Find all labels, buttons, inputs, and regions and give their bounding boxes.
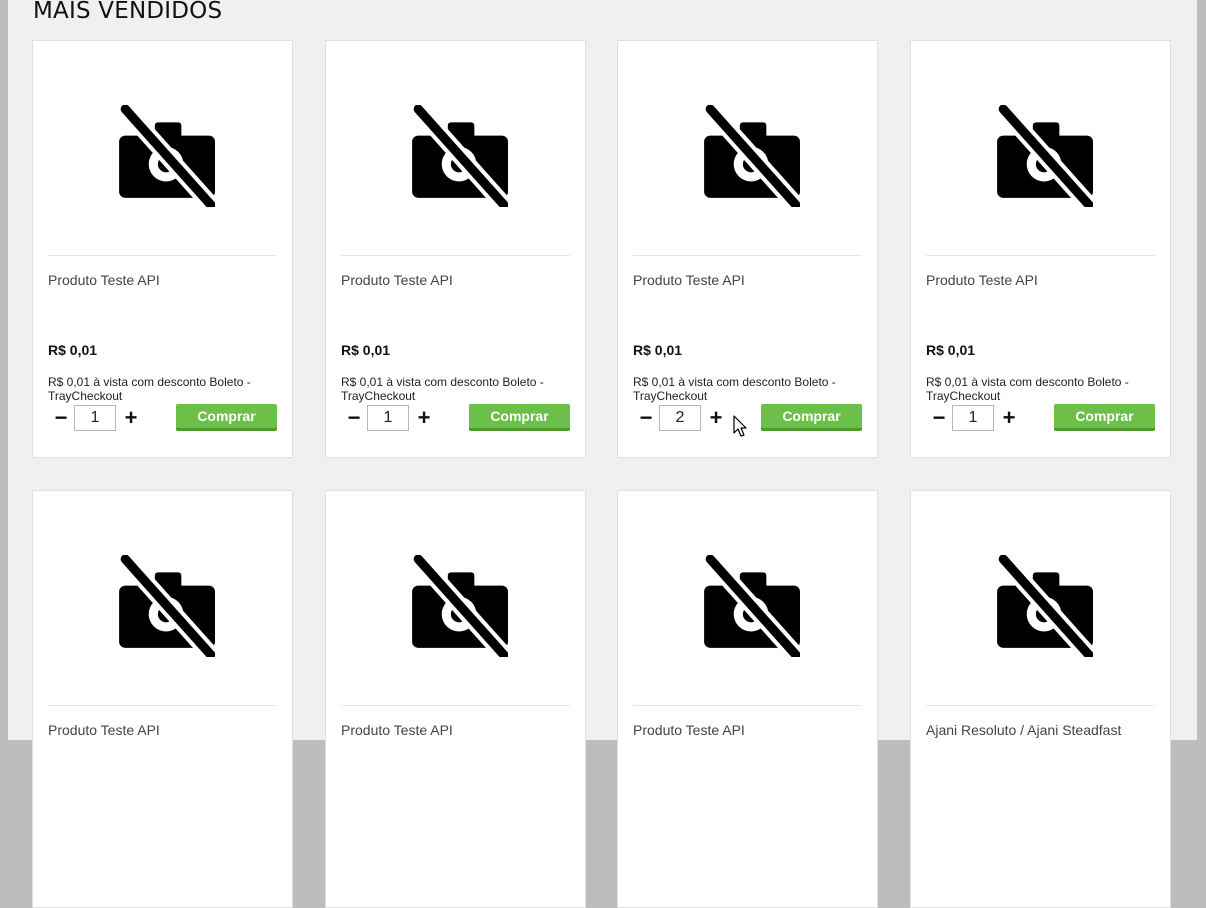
quantity-stepper: − + [929, 403, 1019, 433]
page: MAIS VENDIDOS Produto Teste API R$ 0,01 … [8, 0, 1197, 908]
buy-button[interactable]: Comprar [176, 404, 277, 431]
product-name[interactable]: Produto Teste API [48, 271, 282, 289]
payment-condition: R$ 0,01 à vista com desconto Boleto - Tr… [926, 375, 1129, 403]
product-name[interactable]: Produto Teste API [341, 721, 575, 739]
section-title: MAIS VENDIDOS [33, 0, 223, 24]
buy-button[interactable]: Comprar [1054, 404, 1155, 431]
quantity-input[interactable] [659, 405, 701, 431]
divider [926, 255, 1155, 256]
divider [48, 705, 277, 706]
no-photo-icon[interactable] [991, 555, 1093, 657]
product-card[interactable]: Produto Teste API [617, 490, 878, 908]
increase-quantity-button[interactable]: + [414, 404, 434, 432]
no-photo-icon[interactable] [113, 555, 215, 657]
quantity-input[interactable] [367, 405, 409, 431]
decrease-quantity-button[interactable]: − [929, 404, 949, 432]
increase-quantity-button[interactable]: + [706, 404, 726, 432]
divider [926, 705, 1155, 706]
product-card[interactable]: Produto Teste API R$ 0,01 R$ 0,01 à vist… [910, 40, 1171, 458]
product-card[interactable]: Produto Teste API R$ 0,01 R$ 0,01 à vist… [32, 40, 293, 458]
product-card[interactable]: Produto Teste API R$ 0,01 R$ 0,01 à vist… [325, 40, 586, 458]
product-price: R$ 0,01 [633, 342, 683, 358]
product-name[interactable]: Produto Teste API [341, 271, 575, 289]
divider [341, 255, 570, 256]
payment-condition: R$ 0,01 à vista com desconto Boleto - Tr… [48, 375, 251, 403]
divider [633, 705, 862, 706]
payment-condition: R$ 0,01 à vista com desconto Boleto - Tr… [341, 375, 544, 403]
payment-condition: R$ 0,01 à vista com desconto Boleto - Tr… [633, 375, 836, 403]
no-photo-icon[interactable] [698, 105, 800, 207]
product-price: R$ 0,01 [48, 342, 98, 358]
product-name[interactable]: Produto Teste API [633, 271, 867, 289]
product-card[interactable]: Produto Teste API R$ 0,01 R$ 0,01 à vist… [617, 40, 878, 458]
quantity-input[interactable] [74, 405, 116, 431]
no-photo-icon[interactable] [406, 555, 508, 657]
mouse-cursor-icon [733, 415, 747, 437]
divider [633, 255, 862, 256]
no-photo-icon[interactable] [991, 105, 1093, 207]
product-name[interactable]: Produto Teste API [48, 721, 282, 739]
no-photo-icon[interactable] [406, 105, 508, 207]
no-photo-icon[interactable] [698, 555, 800, 657]
product-card[interactable]: Produto Teste API [32, 490, 293, 908]
product-price: R$ 0,01 [341, 342, 391, 358]
product-card[interactable]: Ajani Resoluto / Ajani Steadfast [910, 490, 1171, 908]
buy-button[interactable]: Comprar [469, 404, 570, 431]
product-card[interactable]: Produto Teste API [325, 490, 586, 908]
quantity-stepper: − + [51, 403, 141, 433]
increase-quantity-button[interactable]: + [121, 404, 141, 432]
decrease-quantity-button[interactable]: − [51, 404, 71, 432]
product-name[interactable]: Produto Teste API [926, 271, 1160, 289]
no-photo-icon[interactable] [113, 105, 215, 207]
divider [48, 255, 277, 256]
decrease-quantity-button[interactable]: − [636, 404, 656, 432]
divider [341, 705, 570, 706]
product-name[interactable]: Produto Teste API [633, 721, 867, 739]
product-price: R$ 0,01 [926, 342, 976, 358]
decrease-quantity-button[interactable]: − [344, 404, 364, 432]
increase-quantity-button[interactable]: + [999, 404, 1019, 432]
product-name[interactable]: Ajani Resoluto / Ajani Steadfast [926, 721, 1160, 739]
buy-button[interactable]: Comprar [761, 404, 862, 431]
quantity-stepper: − + [636, 403, 726, 433]
quantity-stepper: − + [344, 403, 434, 433]
quantity-input[interactable] [952, 405, 994, 431]
